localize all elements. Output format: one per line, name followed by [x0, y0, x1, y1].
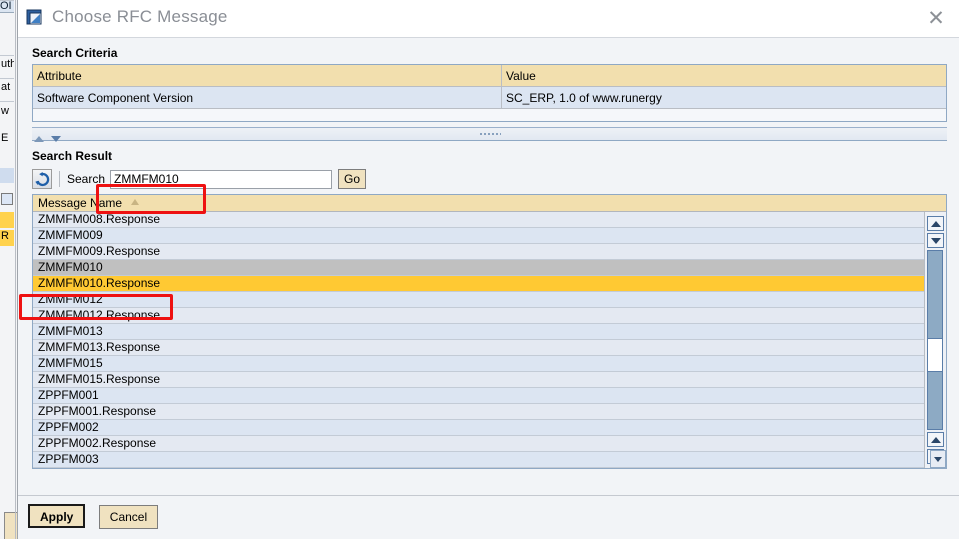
column-header-value[interactable]: Value [501, 65, 946, 87]
list-item[interactable]: ZPPFM001.Response [33, 404, 924, 420]
list-item[interactable]: ZMMFM008.Response [33, 212, 924, 228]
scrollbar-thumb[interactable] [928, 338, 942, 373]
list-item[interactable]: ZMMFM012 [33, 292, 924, 308]
window-stack-icon [26, 9, 44, 27]
search-criteria-label: Search Criteria [32, 46, 118, 60]
scroll-down-icon[interactable] [927, 233, 944, 248]
list-item[interactable]: ZMMFM009 [33, 228, 924, 244]
scroll-up-icon[interactable] [927, 216, 944, 231]
list-item[interactable]: ZPPFM002.Response [33, 436, 924, 452]
triangle-up-icon[interactable] [34, 136, 44, 142]
background-text-fragment: w [1, 105, 9, 117]
cell-attribute: Software Component Version [33, 86, 502, 109]
column-header-message-name[interactable]: Message Name [33, 195, 946, 212]
search-criteria-panel: Attribute Value Software Component Versi… [32, 64, 947, 122]
grip-dots-icon[interactable] [478, 132, 501, 136]
cancel-button[interactable]: Cancel [98, 505, 159, 529]
choose-rfc-message-dialog: Choose RFC Message ✕ Search Criteria Att… [17, 0, 959, 539]
triangle-down-icon[interactable] [51, 136, 62, 142]
background-divider [0, 101, 14, 102]
list-item[interactable]: ZMMFM012.Response [33, 308, 924, 324]
dialog-titlebar: Choose RFC Message ✕ [18, 0, 959, 38]
background-text-fragment: at [1, 81, 11, 93]
list-item[interactable]: ZPPFM002 [33, 420, 924, 436]
panel-splitter[interactable] [32, 127, 947, 142]
toolbar-separator [59, 171, 60, 187]
column-header-label: Message Name [38, 196, 123, 210]
go-button[interactable]: Go [338, 169, 367, 189]
dialog-body: Search Criteria Attribute Value Software… [18, 38, 959, 495]
background-header-row [0, 212, 14, 228]
background-text-fragment: uth [1, 58, 14, 70]
column-header-attribute[interactable]: Attribute [33, 65, 502, 87]
scrollbar-track[interactable] [927, 250, 943, 430]
search-input[interactable] [110, 169, 333, 189]
list-item[interactable]: ZMMFM009.Response [33, 244, 924, 260]
list-item[interactable]: ZMMFM013.Response [33, 340, 924, 356]
screen: OI uth at w E R Choose RFC Message ✕ Sea… [0, 0, 959, 539]
background-divider [0, 78, 14, 79]
list-item[interactable]: ZMMFM015 [33, 356, 924, 372]
list-item[interactable]: ZMMFM010 [33, 260, 924, 276]
list-item[interactable]: ZPPFM001 [33, 388, 924, 404]
dialog-footer: Apply Cancel [18, 495, 959, 539]
splitter-arrows [34, 129, 64, 147]
search-field-label: Search [67, 172, 106, 186]
background-text-fragment: R [1, 230, 9, 242]
cell-value: SC_ERP, 1.0 of www.runergy [501, 86, 946, 109]
scroll-up-icon[interactable] [927, 432, 944, 447]
apply-button[interactable]: Apply [28, 504, 86, 528]
dropdown-caret-icon[interactable] [930, 450, 946, 468]
background-divider [0, 0, 14, 1]
search-result-panel: Message Name ZMMFM008.Response ZMMFM009 ZM… [32, 194, 947, 469]
list-item[interactable]: ZMMFM013 [33, 324, 924, 340]
background-highlight-row: R [0, 230, 14, 246]
sort-ascending-icon[interactable] [131, 199, 140, 205]
background-icon [1, 193, 13, 205]
list-item[interactable]: ZMMFM010.Response [33, 276, 924, 292]
table-row[interactable]: Software Component Version SC_ERP, 1.0 o… [33, 86, 946, 109]
search-result-toolbar: Search Go [32, 167, 947, 191]
list-item[interactable]: ZMMFM015.Response [33, 372, 924, 388]
list-item[interactable]: ZPPFM003 [33, 452, 924, 468]
background-titlebar-fragment: OI [0, 0, 14, 13]
search-criteria-table: Attribute Value Software Component Versi… [33, 65, 946, 109]
vertical-scrollbar[interactable] [924, 212, 946, 468]
background-divider [0, 55, 14, 56]
background-text-fragment: E [1, 132, 9, 144]
message-list: ZMMFM008.Response ZMMFM009 ZMMFM009.Respon… [33, 212, 924, 468]
close-icon[interactable]: ✕ [923, 7, 949, 31]
search-result-label: Search Result [32, 149, 113, 163]
background-edge [15, 0, 16, 539]
refresh-icon[interactable] [32, 169, 52, 189]
dialog-title: Choose RFC Message [52, 7, 228, 26]
background-selected-row [0, 168, 14, 183]
table-header-row: Attribute Value [33, 65, 946, 87]
